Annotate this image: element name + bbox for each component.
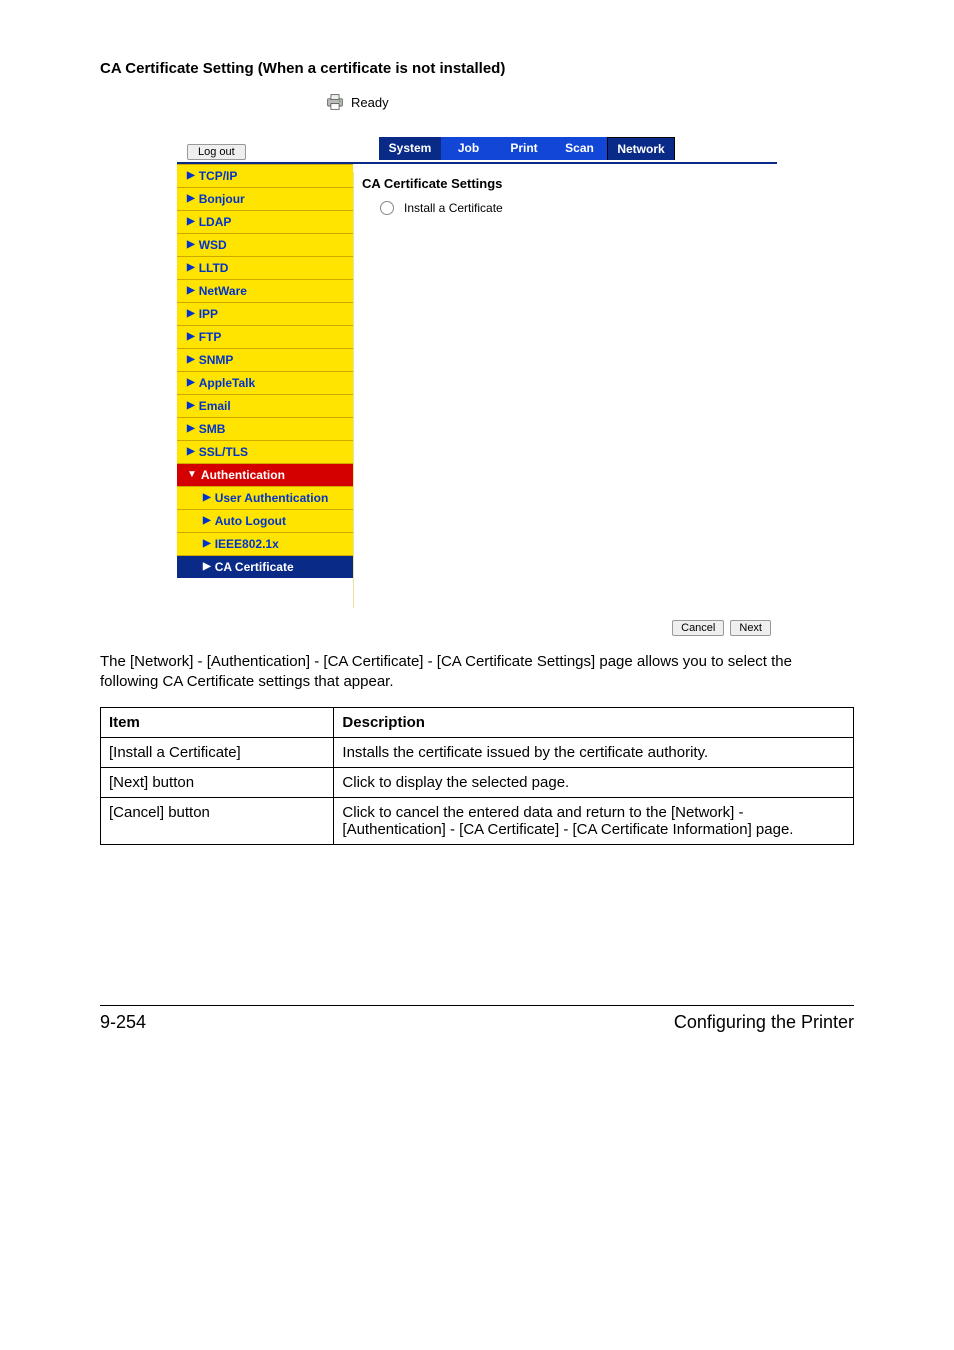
page-number: 9-254 (100, 1012, 146, 1033)
table-cell-desc: Click to cancel the entered data and ret… (334, 797, 854, 844)
triangle-right-icon: ▶ (203, 516, 211, 526)
sidebar-item-label: IPP (199, 307, 218, 321)
triangle-right-icon: ▶ (187, 447, 195, 457)
section-title: CA Certificate Setting (When a certifica… (100, 60, 854, 77)
sidebar-item-snmp[interactable]: ▶ SNMP (177, 348, 353, 371)
triangle-right-icon: ▶ (187, 355, 195, 365)
radio-icon (380, 201, 394, 215)
sidebar-item-label: SMB (199, 422, 226, 436)
triangle-right-icon: ▶ (187, 240, 195, 250)
sidebar-item-lltd[interactable]: ▶ LLTD (177, 256, 353, 279)
footer-title: Configuring the Printer (674, 1012, 854, 1033)
sidebar-item-label: CA Certificate (215, 560, 294, 574)
screenshot-panel: Ready Log out System Job Print Scan Netw… (177, 89, 777, 636)
sidebar-item-label: LDAP (199, 215, 232, 229)
sidebar-item-label: NetWare (199, 284, 247, 298)
sidebar-item-ssltls[interactable]: ▶ SSL/TLS (177, 440, 353, 463)
table-cell-desc: Click to display the selected page. (334, 767, 854, 797)
table-cell-item: [Install a Certificate] (101, 737, 334, 767)
triangle-right-icon: ▶ (187, 217, 195, 227)
printer-icon (325, 93, 345, 111)
description-paragraph: The [Network] - [Authentication] - [CA C… (100, 652, 854, 693)
sidebar-item-ldap[interactable]: ▶ LDAP (177, 210, 353, 233)
main-panel: CA Certificate Settings Install a Certif… (353, 164, 777, 616)
triangle-right-icon: ▶ (187, 263, 195, 273)
table-row: [Next] button Click to display the selec… (101, 767, 854, 797)
sidebar-header-authentication[interactable]: ▼ Authentication (177, 463, 353, 486)
triangle-right-icon: ▶ (203, 562, 211, 572)
tab-print[interactable]: Print (496, 137, 552, 160)
table-cell-item: [Cancel] button (101, 797, 334, 844)
table-header-description: Description (334, 707, 854, 737)
sidebar-item-label: Authentication (201, 468, 285, 482)
sidebar-item-label: Bonjour (199, 192, 245, 206)
triangle-right-icon: ▶ (187, 194, 195, 204)
sidebar-item-label: Auto Logout (215, 514, 286, 528)
sidebar: ▶ TCP/IP ▶ Bonjour ▶ LDAP ▶ WSD ▶ LLTD ▶ NetWa… (177, 164, 353, 616)
triangle-right-icon: ▶ (187, 332, 195, 342)
tab-network[interactable]: Network (607, 137, 675, 160)
sidebar-item-ieee8021x[interactable]: ▶ IEEE802.1x (177, 532, 353, 555)
description-table: Item Description [Install a Certificate]… (100, 707, 854, 845)
status-row: Ready (177, 89, 777, 137)
sidebar-item-netware[interactable]: ▶ NetWare (177, 279, 353, 302)
install-certificate-option[interactable]: Install a Certificate (362, 201, 761, 215)
sidebar-item-label: IEEE802.1x (215, 537, 279, 551)
triangle-right-icon: ▶ (187, 378, 195, 388)
tab-bar: System Job Print Scan Network (379, 137, 675, 160)
sidebar-item-label: FTP (199, 330, 222, 344)
page-footer: 9-254 Configuring the Printer (100, 1005, 854, 1033)
logout-button[interactable]: Log out (187, 144, 246, 160)
sidebar-item-label: LLTD (199, 261, 229, 275)
sidebar-item-email[interactable]: ▶ Email (177, 394, 353, 417)
sidebar-item-label: SSL/TLS (199, 445, 248, 459)
sidebar-item-ftp[interactable]: ▶ FTP (177, 325, 353, 348)
main-title: CA Certificate Settings (362, 176, 761, 191)
triangle-right-icon: ▶ (187, 171, 195, 181)
table-cell-item: [Next] button (101, 767, 334, 797)
sidebar-item-label: WSD (199, 238, 227, 252)
table-cell-desc: Installs the certificate issued by the c… (334, 737, 854, 767)
tab-scan[interactable]: Scan (552, 137, 607, 160)
sidebar-item-appletalk[interactable]: ▶ AppleTalk (177, 371, 353, 394)
triangle-right-icon: ▶ (187, 309, 195, 319)
sidebar-item-label: TCP/IP (199, 169, 238, 183)
sidebar-item-auto-logout[interactable]: ▶ Auto Logout (177, 509, 353, 532)
sidebar-item-wsd[interactable]: ▶ WSD (177, 233, 353, 256)
triangle-right-icon: ▶ (187, 401, 195, 411)
tab-system[interactable]: System (379, 137, 441, 160)
table-header-item: Item (101, 707, 334, 737)
triangle-down-icon: ▼ (187, 470, 197, 480)
triangle-right-icon: ▶ (187, 424, 195, 434)
table-row: [Install a Certificate] Installs the cer… (101, 737, 854, 767)
tab-job[interactable]: Job (441, 137, 496, 160)
sidebar-item-label: User Authentication (215, 491, 329, 505)
cancel-button[interactable]: Cancel (672, 620, 724, 636)
sidebar-item-ipp[interactable]: ▶ IPP (177, 302, 353, 325)
sidebar-item-user-authentication[interactable]: ▶ User Authentication (177, 486, 353, 509)
sidebar-item-smb[interactable]: ▶ SMB (177, 417, 353, 440)
sidebar-item-label: Email (199, 399, 231, 413)
sidebar-item-bonjour[interactable]: ▶ Bonjour (177, 187, 353, 210)
next-button[interactable]: Next (730, 620, 771, 636)
table-row: [Cancel] button Click to cancel the ente… (101, 797, 854, 844)
triangle-right-icon: ▶ (187, 286, 195, 296)
status-text: Ready (351, 95, 389, 110)
sidebar-item-ca-certificate[interactable]: ▶ CA Certificate (177, 555, 353, 578)
triangle-right-icon: ▶ (203, 539, 211, 549)
install-certificate-label: Install a Certificate (404, 201, 503, 215)
sidebar-item-tcpip[interactable]: ▶ TCP/IP (177, 164, 353, 187)
sidebar-item-label: SNMP (199, 353, 234, 367)
triangle-right-icon: ▶ (203, 493, 211, 503)
sidebar-item-label: AppleTalk (199, 376, 255, 390)
